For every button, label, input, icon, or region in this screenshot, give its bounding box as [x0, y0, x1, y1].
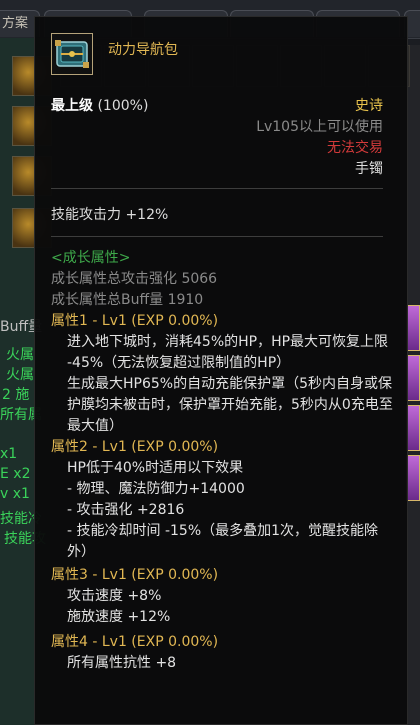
backpack-icon — [51, 33, 93, 75]
stat-label: v x1 — [0, 486, 30, 502]
property-line: 施放速度 +12% — [67, 609, 171, 625]
skill-attack-stat: 技能攻击力 +12% — [51, 207, 169, 223]
property-line: 进入地下城时，消耗45%的HP，HP最大可恢复上限 -45%（无法恢复超过限制值… — [67, 334, 389, 371]
stat-label: E x2 — [0, 466, 31, 482]
stat-label: x1 — [0, 446, 18, 462]
grade-label: 最上级 — [51, 98, 93, 114]
level-requirement: Lv105以上可以使用 — [256, 119, 383, 135]
property-line: 所有属性抗性 +8 — [67, 655, 177, 671]
trade-status: 无法交易 — [327, 140, 383, 156]
property-line: - 物理、魔法防御力+14000 — [67, 481, 245, 497]
right-slot[interactable] — [406, 305, 420, 351]
right-slot[interactable] — [406, 405, 420, 451]
growth-header: <成长属性> — [51, 250, 131, 266]
growth-attack: 成长属性总攻击强化 5066 — [51, 271, 218, 287]
item-name: 动力导航包 — [108, 42, 178, 58]
item-rarity: 史诗 — [355, 98, 383, 114]
right-slot[interactable] — [406, 455, 420, 501]
stat-label: 2 施 — [2, 387, 30, 403]
property-line: 生成最大HP65%的自动充能保护罩（5秒内自身或保护膜均未被击时，保护罩开始充能… — [67, 376, 393, 434]
property-header: 属性4 - Lv1 (EXP 0.00%) — [51, 634, 219, 650]
slot-type: 手镯 — [355, 161, 383, 177]
property-line: - 攻击强化 +2816 — [67, 502, 185, 518]
divider — [51, 188, 383, 189]
property-header: 属性2 - Lv1 (EXP 0.00%) — [51, 439, 219, 455]
item-properties: <成长属性> 成长属性总攻击强化 5066 成长属性总Buff量 1910 属性… — [51, 248, 393, 674]
grade-value: (100%) — [97, 98, 149, 114]
stat-label: 火属 — [6, 347, 34, 363]
property-line: - 技能冷却时间 -15%（最多叠加1次，觉醒技能除外） — [67, 523, 379, 560]
property-header: 属性3 - Lv1 (EXP 0.00%) — [51, 567, 219, 583]
item-tooltip: 动力导航包 最上级 (100%) 史诗 Lv105以上可以使用 无法交易 手镯 … — [34, 16, 408, 725]
property-line: HP低于40%时适用以下效果 — [67, 460, 244, 476]
growth-buff: 成长属性总Buff量 1910 — [51, 292, 204, 308]
stat-label: 火属 — [6, 367, 34, 383]
item-grade: 最上级 (100%) — [51, 95, 148, 115]
right-slot[interactable] — [406, 355, 420, 401]
property-line: 攻击速度 +8% — [67, 588, 162, 604]
property-header: 属性1 - Lv1 (EXP 0.00%) — [51, 313, 219, 329]
divider — [51, 236, 383, 237]
